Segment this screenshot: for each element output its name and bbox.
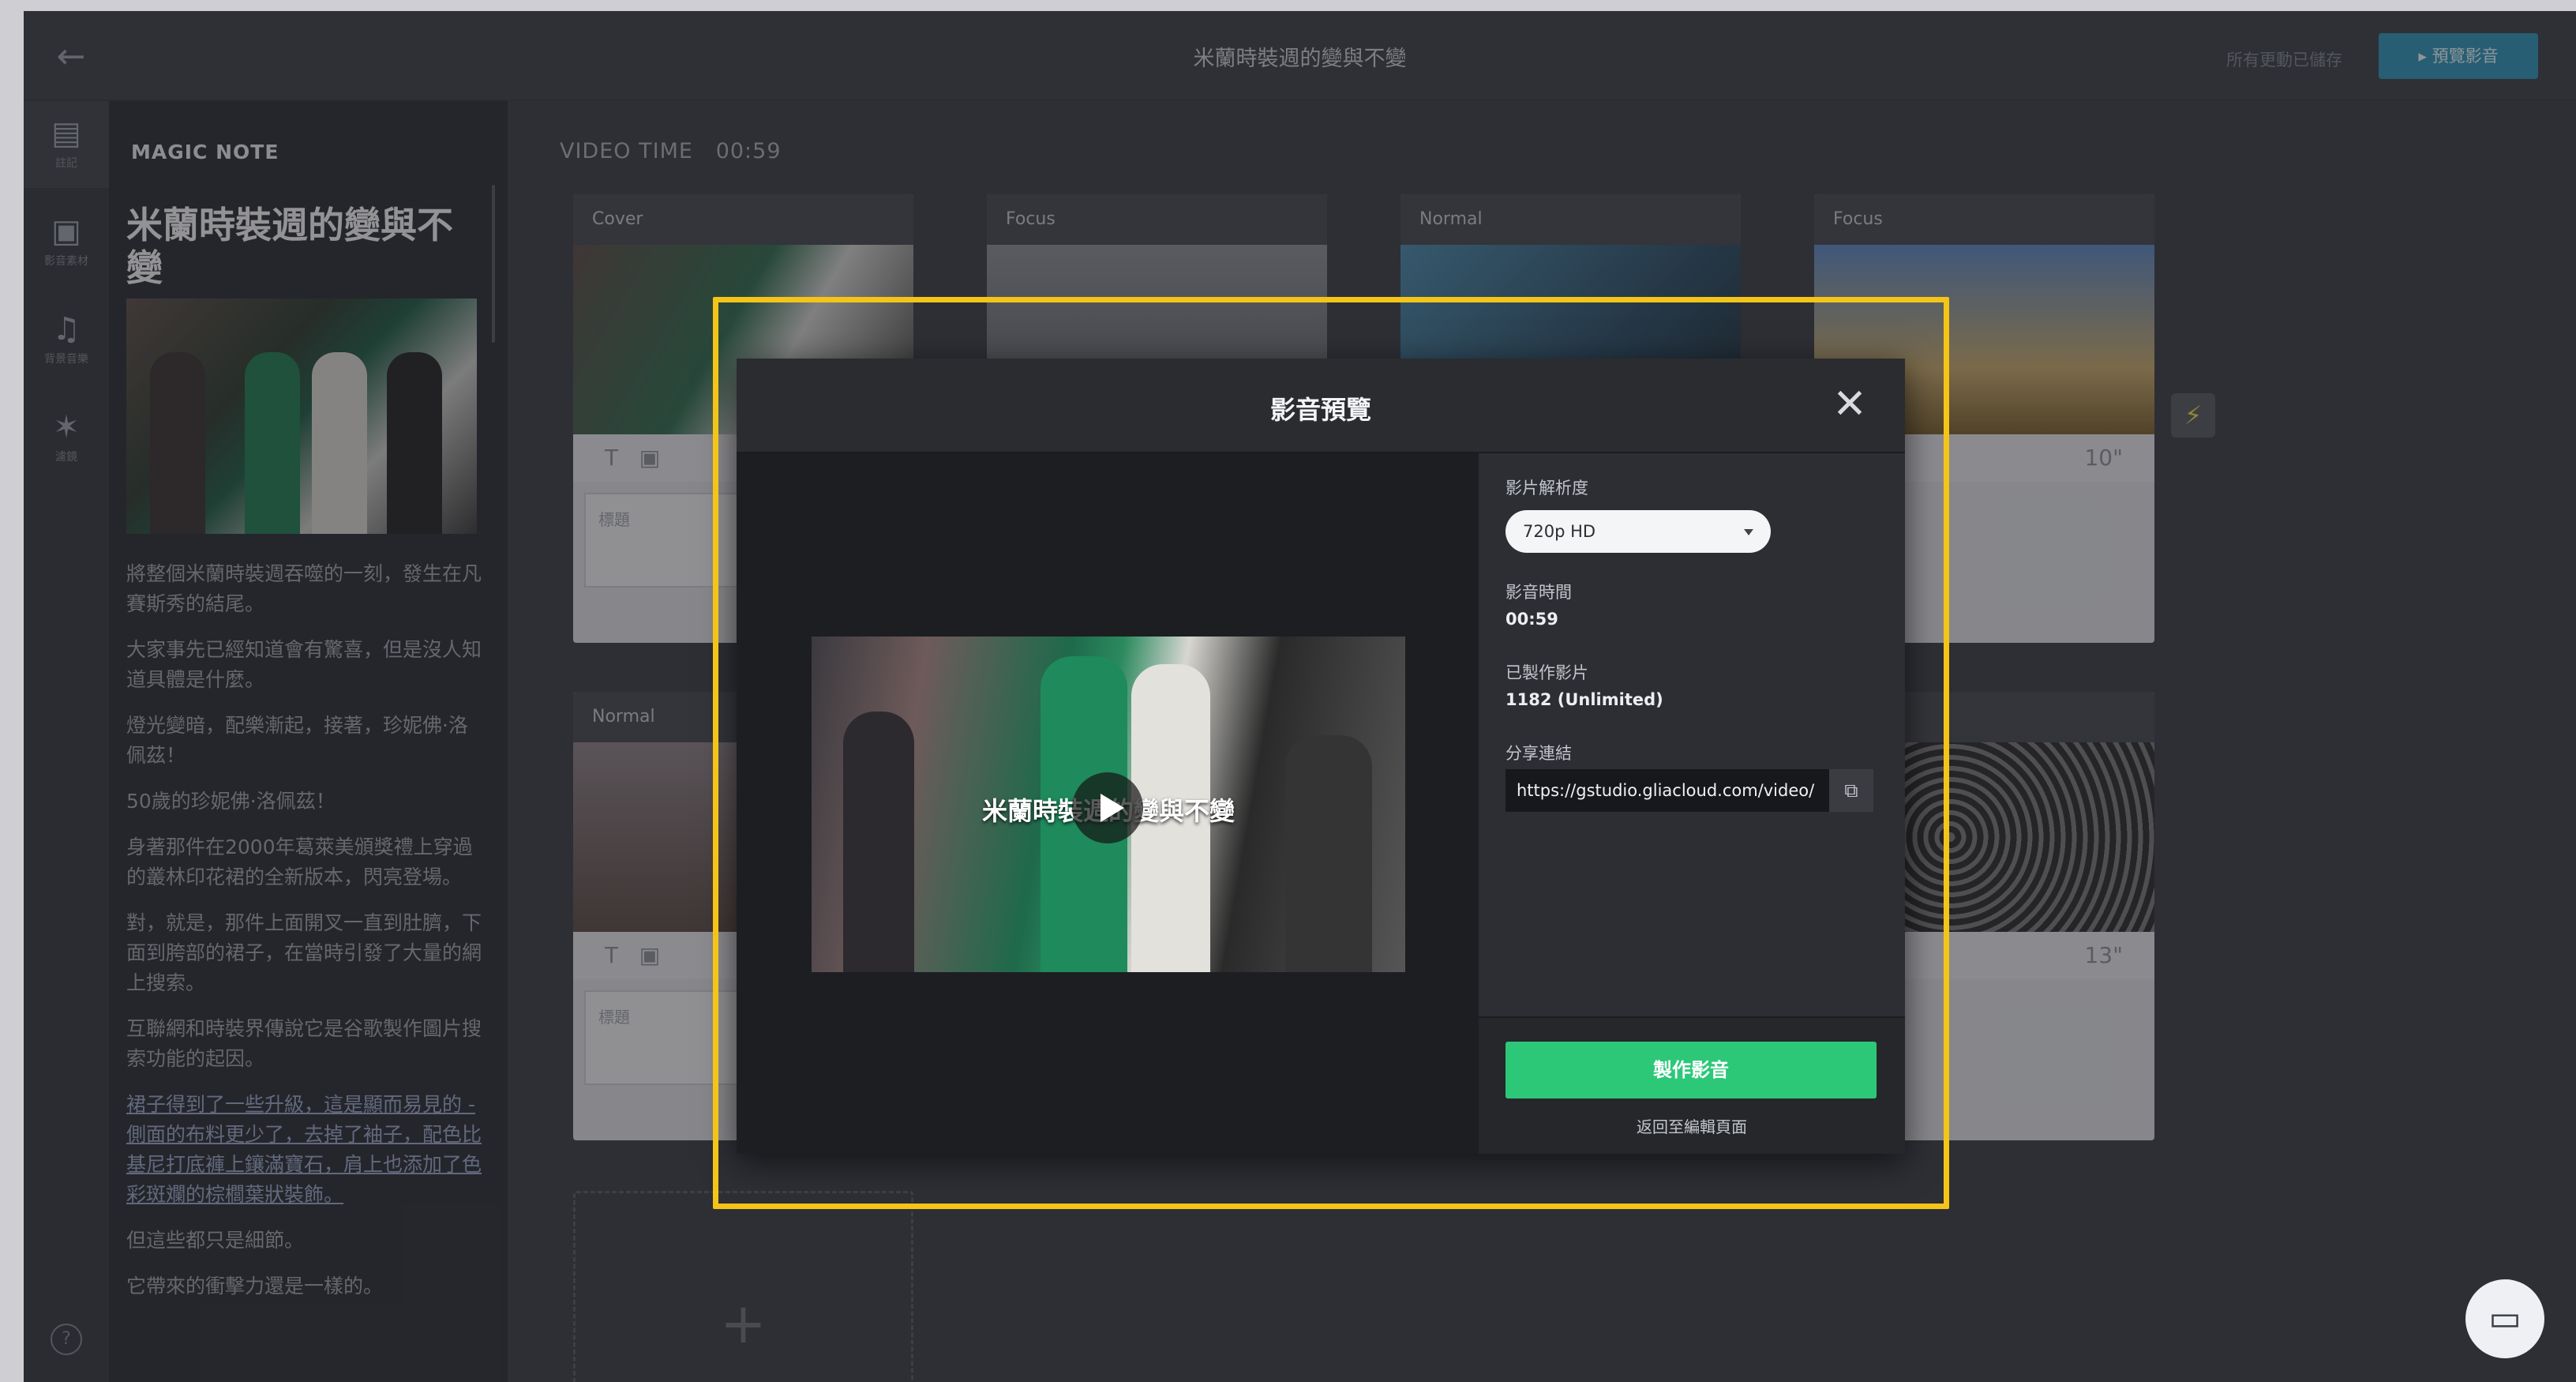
chat-icon[interactable]: ▭ bbox=[2465, 1279, 2544, 1358]
highlight-annotation bbox=[713, 297, 1949, 1209]
app-window: ← 米蘭時裝週的變與不變 所有更動已儲存 ▸ 預覽影音 ▤ 註記 ▣ 影音素材 … bbox=[24, 11, 2576, 1382]
